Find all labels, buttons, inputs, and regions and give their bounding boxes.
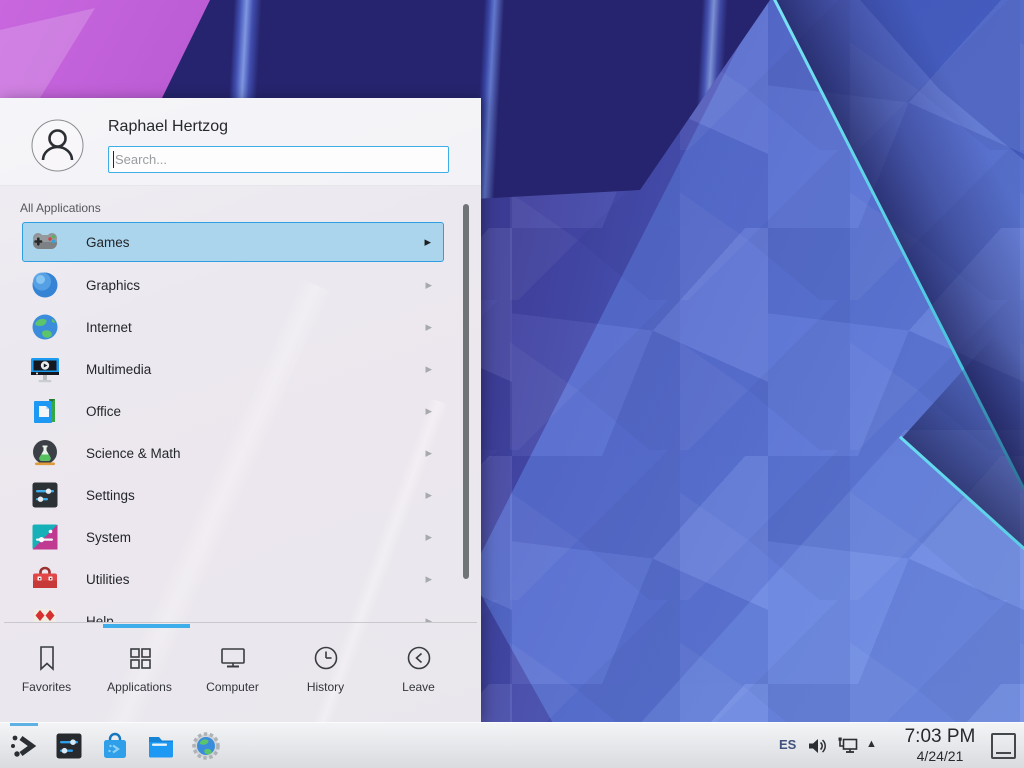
submenu-arrow-icon: ▸ [425,277,432,293]
tab-computer[interactable]: Computer [186,628,279,722]
network-icon[interactable] [836,734,860,758]
scrollbar[interactable] [463,204,469,579]
menu-item-label: Graphics [86,278,140,293]
tab-label: Computer [206,680,259,694]
multimedia-monitor-icon [29,353,61,385]
gamepad-icon [29,226,61,258]
menu-item-system[interactable]: System ▸ [22,516,444,558]
office-document-icon [29,395,61,427]
submenu-arrow-icon: ▸ [425,445,432,461]
menu-item-utilities[interactable]: Utilities ▸ [22,558,444,600]
bookmark-icon [32,643,62,673]
tab-history[interactable]: History [279,628,372,722]
section-label: All Applications [20,201,101,215]
active-task-indicator [10,723,38,726]
dolphin-folder-icon[interactable] [145,730,177,762]
tab-label: History [307,680,344,694]
user-avatar[interactable] [31,119,84,177]
menu-item-science-math[interactable]: Science & Math ▸ [22,432,444,474]
menu-item-label: Utilities [86,572,130,587]
science-flask-icon [29,437,61,469]
menu-item-label: Games [86,235,130,250]
clock-time: 7:03 PM [886,726,994,748]
launcher-header: Raphael Hertzog [0,98,481,186]
utilities-toolbox-icon [29,563,61,595]
category-list: Games ▸ Graphics ▸ [0,222,481,622]
volume-icon[interactable] [806,734,830,758]
submenu-arrow-icon: ▸ [424,234,431,250]
leave-icon [404,643,434,673]
expand-tray-caret-icon[interactable]: ▲ [866,738,877,750]
menu-item-label: Settings [86,488,135,503]
user-name: Raphael Hertzog [108,118,228,136]
menu-item-label: Internet [86,320,132,335]
separator [4,622,477,623]
computer-monitor-icon [218,643,248,673]
menu-item-games[interactable]: Games ▸ [22,222,444,262]
app-grid-icon [125,643,155,673]
globe-icon [29,311,61,343]
system-settings-icon[interactable] [53,730,85,762]
konqueror-globe-icon[interactable] [190,730,222,762]
submenu-arrow-icon: ▸ [425,613,432,622]
clock-date: 4/24/21 [886,748,994,764]
tab-label: Leave [402,680,435,694]
system-tweaks-icon [29,521,61,553]
digital-clock[interactable]: 7:03 PM 4/24/21 [886,726,994,764]
search-field-wrap [108,146,449,173]
tab-applications[interactable]: Applications [93,628,186,722]
menu-item-office[interactable]: Office ▸ [22,390,444,432]
menu-item-label: Office [86,404,121,419]
discover-icon[interactable] [99,730,131,762]
menu-item-internet[interactable]: Internet ▸ [22,306,444,348]
submenu-arrow-icon: ▸ [425,403,432,419]
submenu-arrow-icon: ▸ [425,529,432,545]
tab-leave[interactable]: Leave [372,628,465,722]
application-launcher-popup: Raphael Hertzog All Applications [0,98,481,722]
menu-item-settings[interactable]: Settings ▸ [22,474,444,516]
menu-item-label: System [86,530,131,545]
submenu-arrow-icon: ▸ [425,319,432,335]
graphics-ball-icon [29,269,61,301]
text-cursor [113,151,114,168]
help-icon [29,605,61,622]
menu-item-multimedia[interactable]: Multimedia ▸ [22,348,444,390]
menu-item-graphics[interactable]: Graphics ▸ [22,264,444,306]
taskbar-panel: ES ▲ 7:03 PM 4/24/21 [0,722,1024,768]
tab-label: Applications [107,680,172,694]
submenu-arrow-icon: ▸ [425,361,432,377]
submenu-arrow-icon: ▸ [425,571,432,587]
menu-item-label: Help [86,614,114,623]
menu-item-label: Science & Math [86,446,181,461]
show-desktop-button[interactable] [991,733,1016,759]
history-clock-icon [311,643,341,673]
desktop: Raphael Hertzog All Applications [0,0,1024,768]
keyboard-layout-indicator[interactable]: ES [779,737,796,752]
search-input[interactable] [108,146,449,173]
submenu-arrow-icon: ▸ [425,487,432,503]
tab-favorites[interactable]: Favorites [0,628,93,722]
tab-label: Favorites [22,680,71,694]
launcher-tab-bar: Favorites Applications [0,628,481,722]
settings-sliders-icon [29,479,61,511]
menu-item-help[interactable]: Help ▸ [22,600,444,622]
kde-launcher-icon[interactable] [8,730,40,762]
menu-item-label: Multimedia [86,362,151,377]
